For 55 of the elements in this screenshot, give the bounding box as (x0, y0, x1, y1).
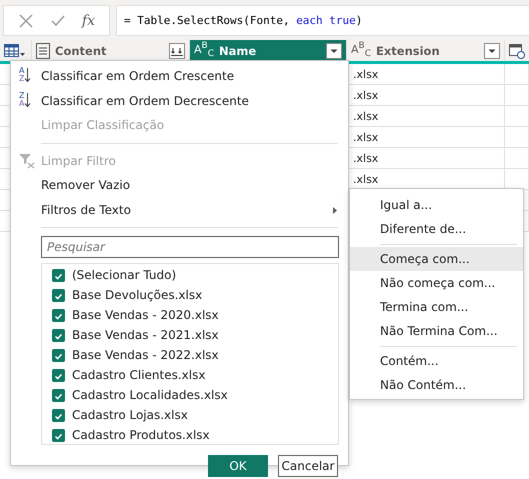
table-cell: .xlsx (353, 152, 378, 164)
calendar-clock-icon (509, 42, 525, 58)
table-cell: .xlsx (353, 68, 378, 80)
ok-button[interactable]: OK (208, 455, 268, 477)
menu-item[interactable]: A Z Classificar em Ordem Crescente (11, 64, 338, 88)
menu-item[interactable]: Contém... (350, 349, 523, 373)
menu-item[interactable]: Filtros de Texto (11, 198, 338, 222)
column-title: Content (55, 44, 108, 58)
value-label: Cadastro Localidades.xlsx (72, 388, 228, 402)
table-icon[interactable] (4, 44, 26, 58)
menu-item[interactable]: Não Termina Com... (350, 319, 523, 343)
value-label: (Selecionar Tudo) (72, 268, 176, 282)
table-cell: .xlsx (353, 88, 378, 102)
value-label: Base Vendas - 2022.xlsx (72, 348, 219, 362)
value-label: Cadastro Lojas.xlsx (72, 408, 188, 422)
search-field[interactable]: Pesquisar (41, 236, 339, 258)
menu-item[interactable]: Termina com... (350, 295, 523, 319)
expand-icon[interactable] (169, 42, 185, 58)
checkbox[interactable] (52, 268, 65, 282)
cancel-button[interactable]: Cancelar (278, 455, 338, 477)
checkbox[interactable] (52, 308, 65, 322)
dropdown-icon[interactable] (484, 42, 500, 58)
value-label: Base Devoluções.xlsx (72, 288, 202, 302)
menu-item[interactable]: Não Contém... (350, 373, 523, 397)
check-icon[interactable] (50, 12, 66, 28)
value-label: Base Vendas - 2020.xlsx (72, 308, 219, 322)
checkbox[interactable] (52, 328, 65, 342)
value-label: Cadastro Produtos.xlsx (72, 428, 210, 442)
submenu-arrow-icon (333, 206, 338, 214)
document-icon (36, 42, 50, 58)
menu-item[interactable]: Remover Vazio (11, 173, 338, 198)
column-title: Extension (376, 44, 441, 58)
table-cell: .xlsx (353, 110, 378, 122)
value-label: Cadastro Clientes.xlsx (72, 368, 206, 382)
value-label: Base Vendas - 2021.xlsx (72, 328, 219, 342)
checkbox[interactable] (52, 428, 65, 442)
column-title: Name (219, 44, 258, 58)
table-cell: .xlsx (353, 172, 378, 186)
checkbox[interactable] (52, 368, 65, 382)
menu-item[interactable]: Diferente de... (350, 217, 523, 241)
menu-item[interactable]: Começa com... (350, 247, 523, 271)
checkbox[interactable] (52, 408, 65, 422)
menu-item[interactable]: Não começa com... (350, 271, 523, 295)
checkbox[interactable] (52, 288, 65, 302)
menu-item[interactable]: Z A Classificar em Ordem Decrescente (11, 88, 338, 113)
menu-item[interactable]: Igual a... (350, 193, 523, 217)
dropdown-icon[interactable] (326, 42, 342, 58)
column-header[interactable]: A$^{B}$$_{C}$ Name (190, 40, 347, 61)
formula-field[interactable]: = Table.SelectRows(Fonte, each true) (116, 5, 529, 36)
table-cell: .xlsx (353, 130, 378, 144)
cancel-icon[interactable] (18, 12, 34, 28)
clear-filter-icon (18, 152, 36, 168)
checkbox[interactable] (52, 348, 65, 362)
fx-label[interactable]: fx (82, 12, 95, 28)
checkbox[interactable] (52, 388, 65, 402)
